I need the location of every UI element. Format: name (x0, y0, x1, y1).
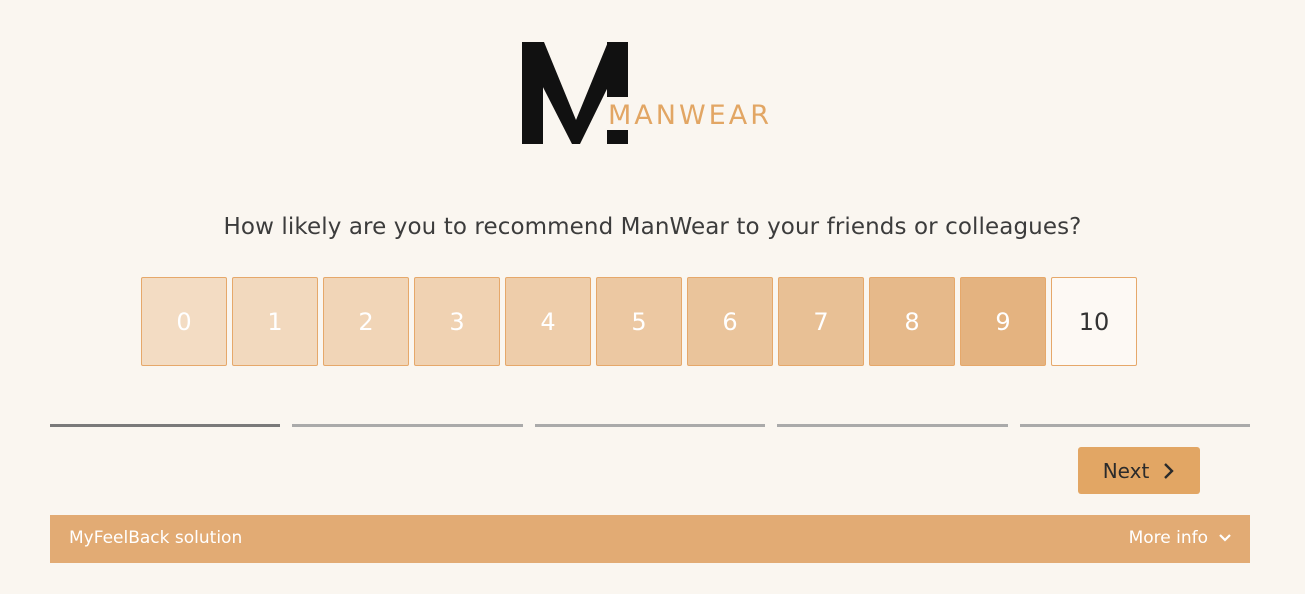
footer-bar: MyFeelBack solution More info (50, 515, 1250, 563)
progress-segment (50, 424, 281, 427)
progress-segment (292, 424, 523, 427)
logo-wordmark: MANWEAR (608, 100, 772, 131)
progress-bar (50, 424, 1251, 427)
scale-option-7[interactable]: 7 (778, 277, 864, 366)
scale-option-1[interactable]: 1 (232, 277, 318, 366)
chevron-down-icon (1219, 534, 1231, 542)
more-info-label: More info (1128, 528, 1208, 548)
question-text: How likely are you to recommend ManWear … (223, 214, 1082, 240)
progress-segment (534, 424, 766, 427)
scale-option-3[interactable]: 3 (414, 277, 500, 366)
scale-option-5[interactable]: 5 (596, 277, 682, 366)
footer-brand: MyFeelBack solution (69, 528, 243, 548)
nps-scale: 0 1 2 3 4 5 6 7 8 9 10 (141, 277, 1137, 366)
chevron-right-icon (1164, 462, 1174, 479)
more-info-toggle[interactable]: More info (1129, 528, 1232, 548)
survey-page: MANWEAR How likely are you to recommend … (0, 0, 1305, 594)
progress-segment (777, 424, 1008, 427)
scale-option-9[interactable]: 9 (960, 277, 1046, 366)
next-button-label: Next (1102, 458, 1150, 483)
scale-option-6[interactable]: 6 (687, 277, 773, 366)
manwear-logo: MANWEAR (522, 42, 782, 146)
scale-option-2[interactable]: 2 (323, 277, 409, 366)
scale-option-10[interactable]: 10 (1051, 277, 1137, 366)
scale-option-4[interactable]: 4 (505, 277, 591, 366)
progress-segment (1019, 424, 1251, 427)
scale-option-0[interactable]: 0 (141, 277, 227, 366)
next-button[interactable]: Next (1078, 447, 1200, 494)
scale-option-8[interactable]: 8 (869, 277, 955, 366)
